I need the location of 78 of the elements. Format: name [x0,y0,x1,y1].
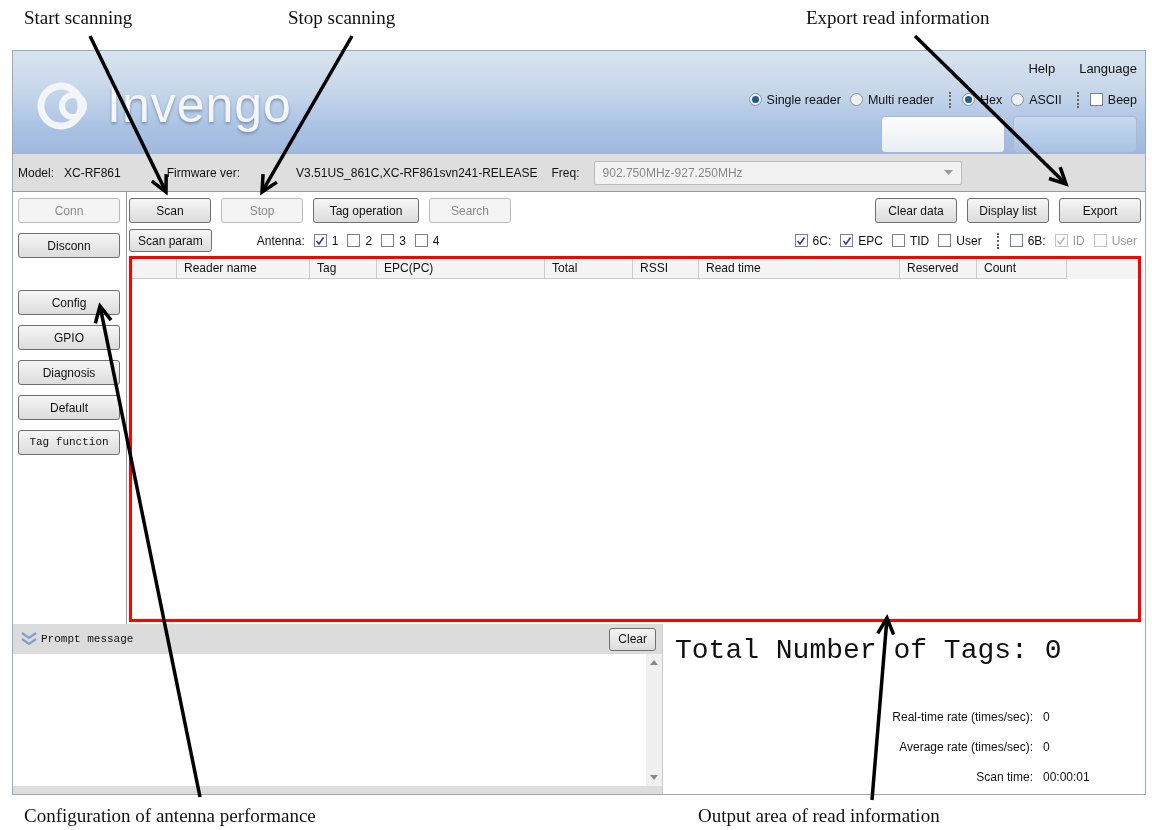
radio-button[interactable] [1011,93,1025,107]
toolbar-button[interactable]: Tag operation [313,198,419,223]
scroll-up-icon[interactable] [650,660,658,665]
checkbox-label: 6B: [1027,232,1046,250]
toolbar-button[interactable]: Display list [967,198,1049,223]
total-value: 0 [1044,635,1062,666]
caret-icon [943,170,953,175]
radio-label: ASCII [1029,91,1062,109]
checkbox[interactable] [840,234,854,247]
toolbar-button[interactable]: Export [1059,198,1141,223]
toolbar-button[interactable]: Clear data [875,198,957,223]
column-header[interactable]: Reserved [900,259,977,279]
field-label: Antenna: [256,232,305,250]
checkbox[interactable] [891,234,905,247]
menu-item[interactable]: Language [1079,59,1137,79]
scroll-down-icon[interactable] [650,775,658,780]
column-header[interactable]: Total [545,259,633,279]
radio-button[interactable] [961,93,975,107]
checkbox-label: 6C: [812,232,832,250]
checkbox[interactable] [381,234,395,247]
column-header[interactable]: Tag [310,259,377,279]
stat-label: Scan time: [976,769,1033,786]
sidebar-button[interactable]: GPIO [18,325,120,350]
callout-label: Start scanning [24,7,133,28]
menu-item[interactable]: Help [1028,59,1056,79]
blank-button[interactable] [1013,116,1137,154]
checkbox[interactable] [794,234,808,247]
callout-label: Output area of read information [698,804,940,826]
checkbox-label: 2 [365,232,373,250]
toolbar-button[interactable]: Scan [129,198,211,223]
radio-button[interactable] [849,93,863,107]
field-label: Firmware ver: [166,164,241,182]
checkbox[interactable] [938,234,952,247]
stat-value: 0 [1043,709,1051,726]
sidebar-button[interactable]: Default [18,395,120,420]
stat-label: Real-time rate (times/sec): [892,709,1033,726]
panel-title: Prompt message [41,631,134,647]
model-value: XC-RF861 [64,164,121,182]
clear-button[interactable]: Clear [609,627,656,651]
checkbox[interactable] [1009,234,1023,247]
callout-label: Stop scanning [288,7,396,28]
checkbox[interactable] [313,234,327,247]
checkbox-label: 3 [399,232,406,250]
sidebar-button[interactable]: Config [18,290,120,315]
checkbox-label: User [1111,232,1137,250]
column-header[interactable]: Read time [699,259,900,279]
checkbox-label: Beep [1107,91,1137,109]
scan-param-button[interactable]: Scan param [129,229,212,252]
checkbox-label: EPC [858,232,883,250]
sidebar-button[interactable]: Disconn [18,233,120,258]
column-header[interactable]: Reader name [177,259,310,279]
radio-button[interactable] [748,93,762,107]
checkbox-label: 1 [331,232,339,250]
sidebar-button[interactable]: Tag function [18,430,120,455]
sidebar-button[interactable]: Diagnosis [18,360,120,385]
field-label: Freq: [551,164,580,182]
checkbox[interactable] [1089,93,1103,107]
stat-value: 00:00:01 [1043,769,1091,786]
table-header [132,259,177,279]
checkbox-label: 4 [432,232,440,250]
column-header[interactable]: RSSI [633,259,699,279]
firmware-value: V3.51US_861C,XC-RF861svn241-RELEASE [296,164,538,182]
radio-label: Single reader [766,91,841,109]
field-label: Model: [18,164,55,182]
checkbox-label: User [956,232,982,250]
scrollbar[interactable] [646,654,662,786]
callout-label: Configuration of antenna performance [24,804,316,826]
column-header[interactable]: EPC(PC) [377,259,545,279]
checkbox[interactable] [414,234,428,247]
radio-label: Multi reader [867,91,934,109]
checkbox-label: ID [1072,232,1085,250]
callout-label: Export read information [806,7,990,28]
total-label: Total Number of Tags: [675,635,1028,666]
stat-label: Average rate (times/sec): [899,739,1033,756]
stat-value: 0 [1043,739,1051,756]
checkbox[interactable] [347,234,361,247]
checkbox-label: TID [909,232,930,250]
column-header[interactable]: Count [977,259,1067,279]
